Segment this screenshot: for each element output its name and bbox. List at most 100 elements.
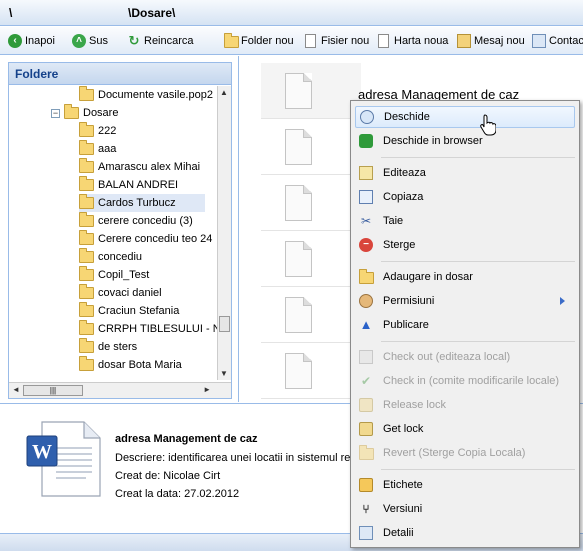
folder-item-dosare[interactable]: − Dosare [51,104,118,122]
details-created-by: Creat de: Nicolae Cirt [115,470,221,482]
folder-item[interactable]: cerere concediu (3) [79,212,193,230]
folder-icon [79,86,94,101]
menu-item-label: Get lock [383,423,424,435]
menu-item-edit[interactable]: Editeaza [355,162,575,184]
menu-item-revert[interactable]: Revert (Sterge Copia Locala) [355,442,575,464]
file-row[interactable] [261,175,361,231]
folders-panel: Foldere Documente vasile.pop2 − Dosare 2… [8,62,232,399]
scroll-thumb[interactable] [219,316,230,332]
menu-item-release-lock[interactable]: Release lock [355,394,575,416]
up-button[interactable]: ˄ Sus [72,32,108,50]
contacts-button[interactable]: Contac [532,32,583,50]
up-arrow-icon: ˄ [72,34,86,48]
menu-item-label: Versiuni [383,503,423,515]
menu-item-cut[interactable]: ✂ Taie [355,210,575,232]
copy-icon [359,190,373,204]
menu-item-open[interactable]: Deschide [355,106,575,128]
new-folder-button[interactable]: Folder nou [224,32,294,50]
new-message-label: Mesaj nou [474,35,525,47]
folder-item[interactable]: BALAN ANDREI [79,176,178,194]
new-map-icon [377,34,391,48]
folder-item[interactable]: de sters [79,338,137,356]
file-icon [285,353,312,389]
file-row[interactable] [261,343,361,399]
folder-label: CRRPH TIBLESULUI - NE [98,323,218,335]
file-row[interactable] [261,119,361,175]
menu-item-label: Adaugare in dosar [383,271,473,283]
word-document-icon: W [26,421,101,497]
menu-item-label: Etichete [383,479,423,491]
menu-item-get-lock[interactable]: Get lock [355,418,575,440]
folder-item[interactable]: Documente vasile.pop2 [79,86,213,104]
folder-icon [79,284,94,299]
folder-label: Copil_Test [98,269,150,281]
file-row[interactable] [261,231,361,287]
menu-item-copy[interactable]: Copiaza [355,186,575,208]
menu-item-check-in[interactable]: ✔ Check in (comite modificarile locale) [355,370,575,392]
delete-icon: − [359,238,373,252]
file-row[interactable] [261,63,361,119]
menu-item-delete[interactable]: − Sterge [355,234,575,256]
menu-item-add-to-folder[interactable]: Adaugare in dosar [355,266,575,288]
scroll-right-arrow-icon[interactable]: ► [203,385,211,394]
path-bar: \ \Dosare\ [0,0,583,26]
folder-item[interactable]: Copil_Test [79,266,149,284]
reload-button[interactable]: ↻ Reincarca [127,32,194,50]
new-folder-icon [224,33,239,48]
scroll-down-arrow-icon[interactable]: ▼ [220,369,228,378]
menu-separator [381,341,575,342]
menu-item-permissions[interactable]: Permisiuni [355,290,575,312]
menu-item-label: Check out (editeaza local) [383,351,511,363]
folder-item[interactable]: Amarascu alex Mihai [79,158,200,176]
details-created-at: Creat la data: 27.02.2012 [115,488,240,500]
folder-tree: Documente vasile.pop2 − Dosare 222 aaa A… [9,86,218,380]
horizontal-scroll-thumb[interactable]: ||| [23,385,83,396]
menu-item-tags[interactable]: Etichete [355,474,575,496]
scroll-left-arrow-icon[interactable]: ◄ [12,385,20,394]
folder-item[interactable]: concediu [79,248,142,266]
file-row[interactable] [261,287,361,343]
menu-item-label: Revert (Sterge Copia Locala) [383,447,526,459]
folder-label: Documente vasile.pop2 [98,89,213,101]
collapse-toggle[interactable]: − [51,108,60,118]
folder-item-selected[interactable]: Cardos Turbucz [79,194,205,212]
file-icon [285,185,312,221]
permissions-icon [359,294,373,308]
folder-icon [79,302,94,317]
tree-horizontal-scrollbar[interactable]: ◄ ||| ► [9,382,231,398]
unlock-icon [359,398,373,412]
menu-item-label: Editeaza [383,167,426,179]
menu-item-open-in-browser[interactable]: Deschide in browser [355,130,575,152]
folder-label: aaa [98,143,117,155]
back-button[interactable]: ‹ Inapoi [8,32,55,50]
new-file-icon [304,34,318,48]
back-arrow-icon: ‹ [8,34,22,48]
folder-item[interactable]: Cerere concediu teo 24 [79,230,212,248]
revert-icon [359,445,374,460]
menu-item-details[interactable]: Detalii [355,522,575,544]
tags-icon [359,478,373,492]
folder-label: Cardos Turbucz [98,197,176,209]
new-file-button[interactable]: Fisier nou [304,32,369,50]
envelope-icon [457,34,471,48]
new-message-button[interactable]: Mesaj nou [457,32,525,50]
menu-item-versions[interactable]: ⑂ Versiuni [355,498,575,520]
menu-item-label: Deschide [384,111,430,123]
folder-item[interactable]: covaci daniel [79,284,162,302]
folders-panel-title: Foldere [9,63,231,85]
menu-item-publish[interactable]: ▲ Publicare [355,314,575,336]
folder-item[interactable]: CRRPH TIBLESULUI - NE [79,320,218,338]
folder-item[interactable]: aaa [79,140,116,158]
tree-vertical-scrollbar[interactable]: ▲ ▼ [217,86,231,380]
menu-item-check-out[interactable]: Check out (editeaza local) [355,346,575,368]
folder-item[interactable]: 222 [79,122,116,140]
browser-open-icon [359,134,373,148]
folder-item[interactable]: dosar Bota Maria [79,356,182,374]
folder-icon [79,176,94,191]
menu-item-label: Publicare [383,319,429,331]
checkin-icon: ✔ [360,374,372,388]
folder-item[interactable]: Craciun Stefania [79,302,179,320]
scroll-up-arrow-icon[interactable]: ▲ [220,88,228,97]
new-map-button[interactable]: Harta noua [377,32,448,50]
folder-label: BALAN ANDREI [98,179,179,191]
